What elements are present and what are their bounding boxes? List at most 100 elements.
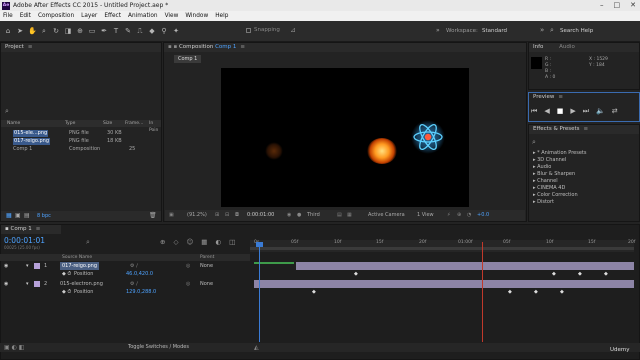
zoom-select[interactable]: (91.2%) bbox=[187, 210, 207, 221]
fx-category[interactable]: ▸ CINEMA 4D bbox=[533, 185, 565, 191]
fx-category[interactable]: ▸ Audio bbox=[533, 164, 551, 170]
next-frame-icon[interactable]: ▶ bbox=[570, 107, 575, 116]
project-search-icon[interactable]: ⌕ bbox=[5, 107, 9, 116]
last-frame-icon[interactable]: ⏭ bbox=[583, 107, 589, 116]
bit-depth[interactable]: 8 bpc bbox=[37, 213, 51, 219]
menu-help[interactable]: Help bbox=[215, 13, 228, 19]
effects-search-icon[interactable]: ⌕ bbox=[532, 138, 536, 147]
visibility-icon[interactable]: ◉ bbox=[4, 280, 8, 288]
snapshot-icon[interactable]: ◉ bbox=[287, 210, 291, 221]
project-item[interactable]: 017-reigo.png PNG file 18 KB bbox=[5, 138, 163, 145]
layer-switches-icon[interactable]: ⚙ ∕ bbox=[130, 262, 138, 270]
layer-name[interactable]: 017-reigo.png bbox=[60, 262, 100, 270]
parent-select[interactable]: None bbox=[200, 262, 213, 270]
layer-1-duration-bar[interactable] bbox=[296, 262, 634, 270]
interpret-footage-icon[interactable]: ▦ bbox=[6, 212, 12, 219]
eraser-tool-icon[interactable]: ◆ bbox=[148, 27, 156, 35]
frame-blending-icon[interactable]: ▦ bbox=[201, 238, 207, 246]
draft-3d-icon[interactable]: ◇ bbox=[173, 238, 178, 246]
views-select[interactable]: 1 View bbox=[417, 210, 434, 221]
previous-frame-icon[interactable]: ◀ bbox=[544, 107, 549, 116]
resolution-icon[interactable]: ⊞ bbox=[215, 210, 219, 221]
camera-icon[interactable]: ◘ bbox=[235, 210, 239, 221]
col-source-name[interactable]: Source Name bbox=[62, 254, 92, 261]
menu-composition[interactable]: Composition bbox=[38, 13, 74, 19]
layer-2-duration-bar[interactable] bbox=[254, 280, 634, 288]
brush-tool-icon[interactable]: ✎ bbox=[124, 27, 132, 35]
comp-flowchart-icon[interactable]: ⊕ bbox=[160, 238, 165, 246]
playhead-handle[interactable] bbox=[256, 242, 263, 247]
graph-editor-icon[interactable]: ◫ bbox=[229, 238, 235, 246]
work-area-bar[interactable] bbox=[250, 247, 634, 250]
flowchart-icon[interactable]: ⊕ bbox=[457, 210, 461, 221]
twirl-icon[interactable]: ▾ bbox=[26, 280, 29, 288]
minimize-button[interactable]: – bbox=[600, 0, 604, 11]
pan-behind-tool-icon[interactable]: ⊕ bbox=[76, 27, 84, 35]
fx-category[interactable]: ▸ Blur & Sharpen bbox=[533, 171, 575, 177]
maximize-button[interactable]: □ bbox=[614, 0, 621, 11]
menu-file[interactable]: File bbox=[3, 13, 13, 19]
loop-icon[interactable]: ⇄ bbox=[612, 107, 618, 116]
keyframe-nav-icon[interactable]: ◆ ⏱ bbox=[62, 288, 71, 296]
audio-tab[interactable]: Audio bbox=[559, 44, 575, 50]
workspace-menu-icon[interactable]: » bbox=[436, 27, 440, 34]
rectangle-tool-icon[interactable]: ▭ bbox=[88, 27, 96, 35]
project-item[interactable]: Comp 1 Composition 25 bbox=[5, 146, 163, 153]
always-preview-icon[interactable]: ▣ bbox=[169, 210, 174, 221]
clone-stamp-tool-icon[interactable]: ⎍ bbox=[136, 27, 144, 35]
visibility-icon[interactable]: ◉ bbox=[4, 262, 8, 270]
hand-tool-icon[interactable]: ✋ bbox=[28, 27, 37, 35]
fx-category[interactable]: ▸ 3D Channel bbox=[533, 157, 566, 163]
fx-category[interactable]: ▸ Color Correction bbox=[533, 192, 578, 198]
fx-category[interactable]: ▸ * Animation Presets bbox=[533, 150, 586, 156]
type-tool-icon[interactable]: T bbox=[112, 27, 120, 35]
camera-tool-icon[interactable]: ◨ bbox=[64, 27, 72, 35]
pen-tool-icon[interactable]: ✒ bbox=[100, 27, 108, 35]
parent-pickwhip-icon[interactable]: ◎ bbox=[186, 280, 190, 288]
project-item[interactable]: 015-ele...png PNG file 30 KB bbox=[5, 130, 163, 137]
snap-options-icon[interactable]: ⊿ bbox=[290, 26, 296, 34]
parent-select[interactable]: None bbox=[200, 280, 213, 288]
keyframe[interactable]: ◆ bbox=[354, 272, 358, 277]
menu-edit[interactable]: Edit bbox=[20, 13, 31, 19]
playhead[interactable] bbox=[259, 242, 260, 342]
exposure-reset-icon[interactable]: ◔ bbox=[467, 210, 471, 221]
exposure-value[interactable]: +0.0 bbox=[477, 210, 489, 221]
composition-tab[interactable]: ▪ ▪ Composition Comp 1 ≡ bbox=[164, 43, 526, 52]
property-value[interactable]: 129.0,288.0 bbox=[126, 288, 156, 296]
roto-brush-tool-icon[interactable]: ⚲ bbox=[160, 27, 168, 35]
region-icon[interactable]: ▤ bbox=[337, 210, 342, 221]
property-row[interactable]: ◆ ⏱ Position 46.0,420.0 bbox=[0, 270, 250, 278]
label-color-swatch[interactable] bbox=[34, 263, 40, 269]
audio-preview-icon[interactable]: 🔈 bbox=[596, 107, 605, 116]
col-type[interactable]: Type bbox=[65, 120, 75, 127]
property-row[interactable]: ◆ ⏱ Position 129.0,288.0 bbox=[0, 288, 250, 296]
camera-select[interactable]: Active Camera bbox=[368, 210, 405, 221]
keyframe[interactable]: ◆ bbox=[560, 290, 564, 295]
timeline-tab[interactable]: ▪ Comp 1 ≡ bbox=[1, 225, 61, 234]
menu-window[interactable]: Window bbox=[185, 13, 208, 19]
fast-preview-icon[interactable]: ⚡ bbox=[447, 210, 451, 221]
keyframe-nav-icon[interactable]: ◆ ⏱ bbox=[62, 270, 71, 278]
puppet-pin-tool-icon[interactable]: ✦ bbox=[172, 27, 180, 35]
search-help-input[interactable]: Search Help bbox=[560, 28, 593, 34]
viewer-timecode[interactable]: 0:00:01:00 bbox=[247, 210, 274, 221]
close-button[interactable]: ✕ bbox=[630, 0, 636, 11]
col-name[interactable]: Name bbox=[7, 120, 20, 127]
workspace-dropdown-icon[interactable]: » bbox=[540, 26, 544, 34]
workspace-select[interactable]: Standard bbox=[482, 28, 507, 34]
home-icon[interactable]: ⌂ bbox=[4, 27, 12, 35]
timeline-timecode[interactable]: 0:00:01:01 bbox=[4, 236, 45, 245]
delete-icon[interactable]: 🗑 bbox=[149, 212, 157, 219]
layer-name[interactable]: 015-electron.png bbox=[60, 280, 103, 288]
new-comp-icon[interactable]: ▤ bbox=[24, 212, 30, 219]
parent-pickwhip-icon[interactable]: ◎ bbox=[186, 262, 190, 270]
project-tab[interactable]: Project ≡ bbox=[1, 43, 161, 52]
effects-tab[interactable]: Effects & Presets ≡ bbox=[529, 125, 639, 134]
keyframe[interactable]: ◆ bbox=[534, 290, 538, 295]
menu-layer[interactable]: Layer bbox=[81, 13, 97, 19]
motion-blur-icon[interactable]: ◐ bbox=[215, 238, 221, 246]
keyframe[interactable]: ◆ bbox=[604, 272, 608, 277]
layer-row[interactable]: ◉ ▾ 1 017-reigo.png ⚙ ∕ ◎ None bbox=[0, 262, 250, 270]
composition-viewer[interactable] bbox=[221, 68, 469, 207]
